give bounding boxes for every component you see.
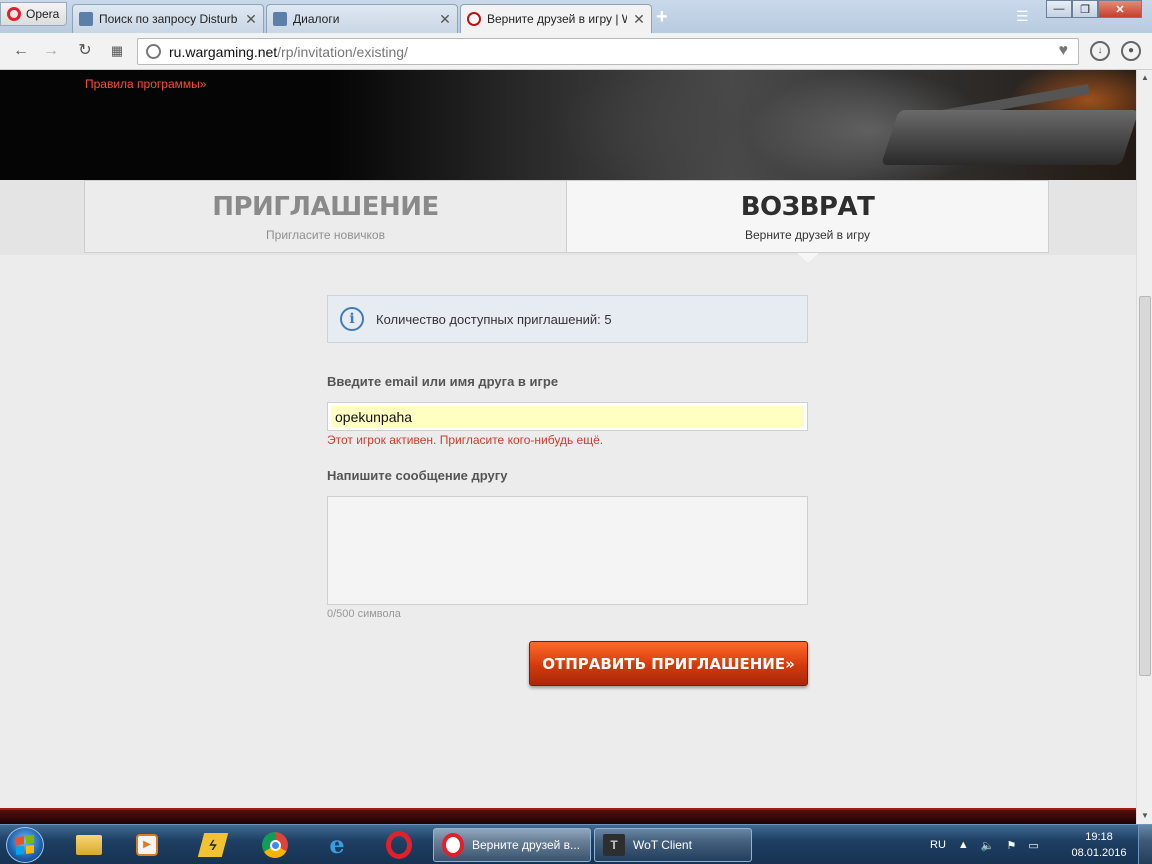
windows-logo-icon bbox=[16, 835, 34, 855]
close-window-icon[interactable]: ✕ bbox=[1098, 0, 1142, 18]
windows-taskbar: ▶ ϟ e Верните друзей в... T WoT Client R… bbox=[0, 824, 1152, 864]
message-textarea[interactable] bbox=[327, 496, 808, 605]
invitations-info-box: i Количество доступных приглашений: 5 bbox=[327, 295, 808, 343]
send-invitation-button[interactable]: ОТПРАВИТЬ ПРИГЛАШЕНИЕ» bbox=[529, 641, 808, 686]
clock[interactable]: 19:18 08.01.2016 bbox=[1068, 829, 1130, 861]
maximize-icon[interactable]: ❐ bbox=[1072, 0, 1098, 18]
show-desktop-button[interactable] bbox=[1138, 825, 1152, 864]
taskbar-window-title: Верните друзей в... bbox=[472, 838, 581, 852]
tab-close-icon[interactable]: ✕ bbox=[245, 11, 257, 28]
tab-title: Поиск по запросу Disturb bbox=[99, 12, 238, 26]
wargaming-favicon-icon bbox=[467, 12, 481, 26]
hero-banner: Правила программы» bbox=[0, 70, 1136, 180]
window-controls: — ❐ ✕ bbox=[1046, 0, 1142, 18]
volume-icon[interactable]: 🔈 bbox=[981, 839, 995, 852]
back-arrow-icon[interactable]: ← bbox=[10, 40, 32, 62]
account-icon[interactable]: ● bbox=[1121, 41, 1141, 61]
email-label: Введите email или имя друга в игре bbox=[327, 374, 559, 389]
error-message: Этот игрок активен. Пригласите кого-нибу… bbox=[327, 433, 604, 447]
tab-return[interactable]: ВОЗВРАТ Верните друзей в игру bbox=[566, 180, 1049, 253]
tab-invite[interactable]: ПРИГЛАШЕНИЕ Пригласите новичков bbox=[84, 180, 567, 253]
site-info-icon[interactable] bbox=[146, 44, 161, 59]
tab-close-icon[interactable]: ✕ bbox=[439, 11, 451, 28]
chrome-icon[interactable] bbox=[258, 829, 292, 861]
show-hidden-icons-icon[interactable]: ▲ bbox=[958, 839, 969, 851]
browser-tab-dialogs[interactable]: Диалоги ✕ bbox=[266, 4, 458, 33]
internet-explorer-icon[interactable]: e bbox=[320, 829, 354, 861]
mode-tabs: ПРИГЛАШЕНИЕ Пригласите новичков ВОЗВРАТ … bbox=[0, 180, 1136, 263]
opera-icon bbox=[442, 833, 464, 857]
winamp-icon[interactable]: ϟ bbox=[196, 829, 230, 861]
scroll-thumb[interactable] bbox=[1139, 296, 1151, 676]
url-path: /rp/invitation/existing/ bbox=[277, 43, 408, 60]
opera-logo-icon bbox=[7, 7, 21, 21]
new-tab-plus-icon[interactable]: + bbox=[656, 6, 668, 29]
vk-favicon-icon bbox=[273, 12, 287, 26]
browser-tab-search[interactable]: Поиск по запросу Disturb ✕ bbox=[72, 4, 264, 33]
minimize-icon[interactable]: — bbox=[1046, 0, 1072, 18]
tank-body-shape bbox=[881, 110, 1136, 165]
downloads-icon[interactable]: ↓ bbox=[1090, 41, 1110, 61]
opera-menu-label: Opera bbox=[26, 7, 60, 21]
tab-title: Верните друзей в игру | W bbox=[487, 12, 627, 26]
vk-favicon-icon bbox=[79, 12, 93, 26]
page-content: Правила программы» ПРИГЛАШЕНИЕ Пригласит… bbox=[0, 70, 1136, 824]
taskbar-window-opera[interactable]: Верните друзей в... bbox=[433, 828, 591, 862]
network-icon[interactable]: ▭ bbox=[1028, 839, 1038, 852]
clock-date: 08.01.2016 bbox=[1071, 847, 1127, 859]
footer-bar bbox=[0, 808, 1136, 824]
info-icon: i bbox=[340, 307, 364, 331]
browser-tab-wargaming[interactable]: Верните друзей в игру | W ✕ bbox=[460, 4, 652, 33]
email-field[interactable] bbox=[331, 406, 804, 427]
bookmark-heart-icon[interactable]: ♥ bbox=[1059, 42, 1069, 60]
url-text: ru.wargaming.net/rp/invitation/existing/ bbox=[169, 44, 408, 60]
tab-return-title: ВОЗВРАТ bbox=[740, 191, 875, 222]
forward-arrow-icon[interactable]: → bbox=[40, 40, 62, 62]
tank-artwork bbox=[330, 70, 1136, 180]
tab-close-icon[interactable]: ✕ bbox=[633, 11, 645, 28]
browser-tab-bar: Opera Поиск по запросу Disturb ✕ Диалоги… bbox=[0, 0, 1152, 33]
tab-return-subtitle: Верните друзей в игру bbox=[745, 227, 870, 242]
tab-invite-title: ПРИГЛАШЕНИЕ bbox=[212, 191, 439, 222]
url-host: ru.wargaming.net bbox=[169, 43, 278, 60]
opera-menu-button[interactable]: Opera bbox=[0, 2, 67, 26]
email-field-wrapper bbox=[327, 402, 808, 431]
url-field[interactable]: ru.wargaming.net/rp/invitation/existing/… bbox=[137, 38, 1079, 65]
message-label: Напишите сообщение другу bbox=[327, 468, 508, 483]
char-counter: 0/500 символа bbox=[327, 608, 401, 620]
action-center-flag-icon[interactable]: ⚑ bbox=[1006, 839, 1016, 852]
taskbar-window-wot[interactable]: T WoT Client bbox=[594, 828, 752, 862]
tabs-menu-icon[interactable]: ☰ bbox=[1016, 8, 1029, 25]
program-rules-link[interactable]: Правила программы» bbox=[85, 77, 206, 91]
tab-title: Диалоги bbox=[293, 12, 340, 26]
media-player-icon[interactable]: ▶ bbox=[130, 829, 164, 861]
speed-dial-grid-icon[interactable]: ▦ bbox=[106, 40, 128, 62]
language-indicator[interactable]: RU bbox=[930, 839, 946, 851]
address-bar: ← → ↻ ▦ ru.wargaming.net/rp/invitation/e… bbox=[0, 33, 1152, 70]
wot-client-icon: T bbox=[603, 834, 625, 856]
invitations-count-text: Количество доступных приглашений: 5 bbox=[376, 311, 612, 327]
active-tab-pointer bbox=[797, 253, 819, 263]
scroll-up-icon[interactable]: ▲ bbox=[1137, 70, 1152, 86]
page-scrollbar[interactable]: ▲ ▼ bbox=[1136, 70, 1152, 824]
clock-time: 19:18 bbox=[1085, 831, 1113, 843]
taskbar-window-title: WoT Client bbox=[633, 838, 692, 852]
opera-taskbar-icon[interactable] bbox=[382, 829, 416, 861]
start-button[interactable] bbox=[6, 827, 44, 863]
system-tray: RU ▲ 🔈 ⚑ ▭ bbox=[930, 825, 1039, 864]
reload-icon[interactable]: ↻ bbox=[74, 40, 96, 62]
tab-invite-subtitle: Пригласите новичков bbox=[266, 227, 385, 242]
scroll-down-icon[interactable]: ▼ bbox=[1137, 808, 1152, 824]
explorer-folder-icon[interactable] bbox=[72, 829, 106, 861]
